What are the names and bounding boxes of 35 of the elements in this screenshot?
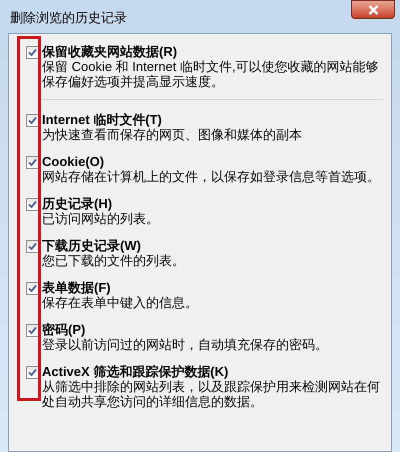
checkmark-icon [28, 326, 37, 335]
checkmark-icon [28, 200, 37, 209]
checkmark-icon [28, 368, 37, 377]
checkmark-icon [28, 158, 37, 167]
window-title: 删除浏览的历史记录 [10, 9, 127, 27]
option-title: 历史记录(H) [42, 196, 114, 211]
checkbox[interactable] [26, 114, 39, 127]
option-title: Cookie(O) [42, 154, 106, 169]
option-description: 从筛选中排除的网站列表，以及跟踪保护用来检测网站在何处自动共享您访问的详细信息的数据。 [42, 379, 381, 409]
close-button[interactable] [351, 0, 395, 19]
checkbox[interactable] [26, 324, 39, 337]
option-description: 为快速查看而保存的网页、图像和媒体的副本 [42, 127, 302, 142]
option-title: Internet 临时文件(T) [42, 112, 163, 127]
option-description: 网站存储在计算机上的文件，以保存如登录信息等首选项。 [42, 169, 380, 184]
checkbox[interactable] [26, 46, 39, 59]
close-icon [368, 4, 378, 14]
option-description: 已访问网站的列表。 [42, 211, 159, 226]
checkbox[interactable] [26, 198, 39, 211]
checkmark-icon [28, 116, 37, 125]
option-title: 保留收藏夹网站数据(R) [42, 44, 178, 59]
checkbox[interactable] [26, 240, 39, 253]
checkmark-icon [28, 48, 37, 57]
option-title: 表单数据(F) [42, 280, 112, 295]
option-description: 您已下载的文件的列表。 [42, 253, 185, 268]
option-description: 保存在表单中键入的信息。 [42, 295, 198, 310]
checkmark-icon [28, 242, 37, 251]
checkmark-icon [28, 284, 37, 293]
checkbox[interactable] [26, 156, 39, 169]
option-title: 密码(P) [42, 322, 86, 337]
option-description: 登录以前访问过的网站时，自动填充保存的密码。 [42, 337, 328, 352]
option-title: ActiveX 筛选和跟踪保护数据(K) [42, 364, 230, 379]
checkbox[interactable] [26, 366, 39, 379]
option-title: 下载历史记录(W) [42, 238, 142, 253]
checkbox[interactable] [26, 282, 39, 295]
option-description: 保留 Cookie 和 Internet 临时文件,可以使您收藏的网站能够保存偏好选项并提高显示速度。 [42, 59, 380, 89]
